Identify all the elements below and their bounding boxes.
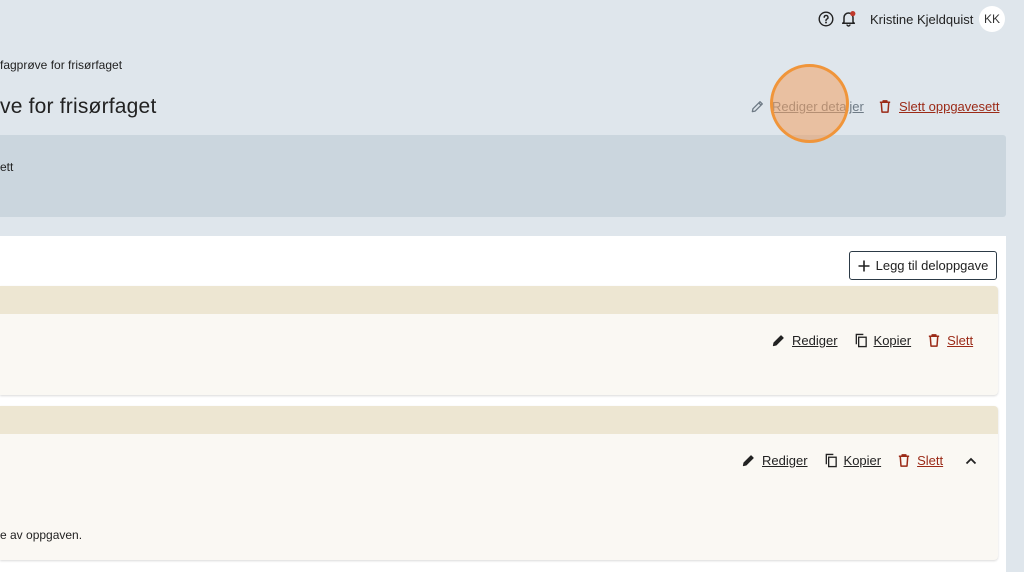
subtask-header-band[interactable] xyxy=(0,286,998,314)
edit-subtask-button[interactable]: Rediger xyxy=(771,333,838,348)
subtask-actions: Rediger Kopier Slett xyxy=(741,453,977,468)
pencil-icon xyxy=(742,455,754,467)
breadcrumb[interactable]: fagprøve for frisørfaget xyxy=(0,58,122,72)
delete-label: Slett xyxy=(917,453,944,468)
plus-icon xyxy=(858,260,870,271)
subtasks-panel: Legg til deloppgave Rediger Kopier Slett… xyxy=(0,236,1006,572)
pencil-icon xyxy=(772,335,784,347)
edit-details-link[interactable]: Rediger detaljer xyxy=(750,99,864,114)
description-box: ett xyxy=(0,135,1006,217)
add-subtask-label: Legg til deloppgave xyxy=(875,258,989,273)
bell-icon[interactable] xyxy=(840,10,857,27)
user-name[interactable]: Kristine Kjeldquist xyxy=(870,12,973,27)
trash-icon xyxy=(898,454,910,467)
pencil-icon xyxy=(751,101,763,113)
edit-label: Rediger xyxy=(762,453,808,468)
description-text: ett xyxy=(0,160,14,174)
copy-label: Kopier xyxy=(843,453,882,468)
help-icon[interactable] xyxy=(818,11,834,27)
subtask-description: e av oppgaven. xyxy=(0,528,83,542)
subtask-actions: Rediger Kopier Slett xyxy=(771,333,989,348)
page-title: ve for frisørfaget xyxy=(0,95,157,118)
copy-icon xyxy=(855,333,867,348)
subtask-card: Rediger Kopier Slett xyxy=(0,286,998,395)
copy-icon xyxy=(825,453,837,468)
delete-label: Slett xyxy=(947,333,974,348)
edit-label: Rediger xyxy=(792,333,838,348)
delete-taskset-label[interactable]: Slett oppgavesett xyxy=(899,99,999,114)
copy-subtask-button[interactable]: Kopier xyxy=(824,453,882,468)
edit-details-label[interactable]: Rediger detaljer xyxy=(772,99,864,114)
trash-icon xyxy=(928,334,940,347)
top-bar: Kristine Kjeldquist KK xyxy=(0,0,1024,38)
delete-subtask-button[interactable]: Slett xyxy=(897,453,943,468)
copy-subtask-button[interactable]: Kopier xyxy=(854,333,912,348)
add-subtask-button[interactable]: Legg til deloppgave xyxy=(849,251,997,280)
copy-label: Kopier xyxy=(873,333,912,348)
chevron-up-icon[interactable] xyxy=(965,457,977,465)
subtask-header-band[interactable] xyxy=(0,406,998,434)
trash-icon xyxy=(879,100,891,113)
avatar[interactable]: KK xyxy=(979,6,1005,32)
subtask-card: Rediger Kopier Slett e av oppgaven. xyxy=(0,406,998,560)
edit-subtask-button[interactable]: Rediger xyxy=(741,453,808,468)
delete-taskset-link[interactable]: Slett oppgavesett xyxy=(878,99,999,114)
delete-subtask-button[interactable]: Slett xyxy=(927,333,973,348)
